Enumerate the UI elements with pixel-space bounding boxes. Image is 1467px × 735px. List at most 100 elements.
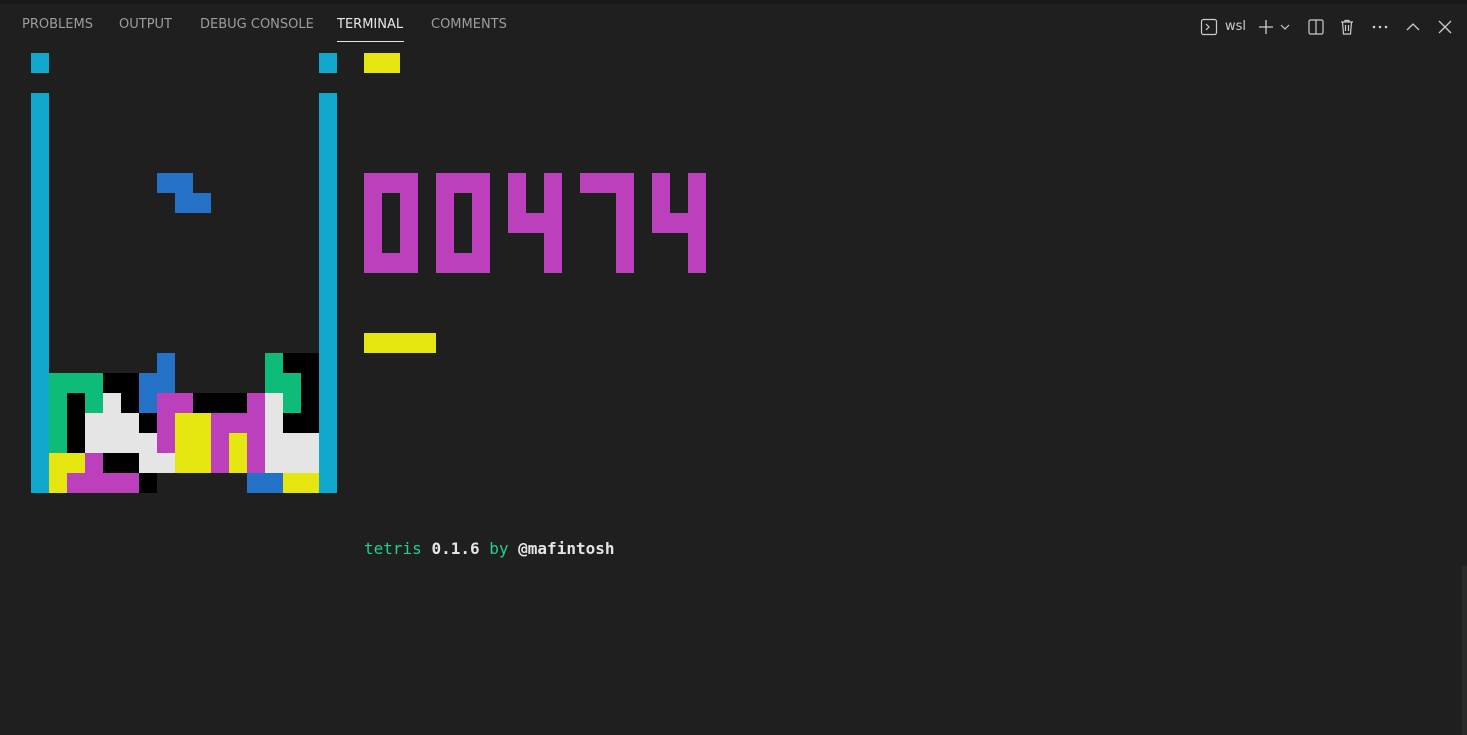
falling-piece-block <box>157 173 193 193</box>
stack-block <box>157 393 193 413</box>
stack-block <box>211 413 265 433</box>
stack-block <box>67 393 85 413</box>
terminal-profile-icon[interactable] <box>1200 18 1218 36</box>
stack-block <box>265 453 319 473</box>
trash-icon[interactable] <box>1338 18 1356 36</box>
score-digit-pixel <box>544 233 562 253</box>
close-icon[interactable] <box>1436 18 1454 36</box>
stack-block <box>283 353 319 373</box>
score-digit-pixel <box>580 173 598 193</box>
maximize-panel-icon[interactable] <box>1404 18 1422 36</box>
stack-block <box>247 473 283 493</box>
score-digit-pixel <box>688 193 706 213</box>
score-digit-pixel <box>598 173 616 193</box>
score-digit-pixel <box>688 213 706 233</box>
score-digit-pixel <box>436 213 454 233</box>
score-digit-pixel <box>616 233 634 253</box>
score-digit-pixel <box>652 213 670 233</box>
score-digit-pixel <box>652 173 670 193</box>
credit-name: tetris <box>364 539 422 558</box>
stack-block <box>283 413 319 433</box>
score-digit-pixel <box>688 173 706 193</box>
score-digit-pixel <box>472 173 490 193</box>
score-digit-pixel <box>652 193 670 213</box>
stack-block <box>49 473 67 493</box>
score-digit-pixel <box>472 233 490 253</box>
stack-block <box>265 373 301 393</box>
stack-block <box>85 413 139 433</box>
stack-block <box>265 413 283 433</box>
score-digit-pixel <box>400 233 418 253</box>
more-actions-icon[interactable] <box>1371 18 1389 36</box>
board-wall-left-top <box>31 53 49 73</box>
stack-block <box>85 393 103 413</box>
stack-block <box>229 433 247 453</box>
score-digit-pixel <box>508 173 526 193</box>
tab-problems[interactable]: PROBLEMS <box>22 17 93 32</box>
split-terminal-icon[interactable] <box>1307 18 1325 36</box>
level-bar <box>364 333 436 353</box>
score-digit-pixel <box>670 213 688 233</box>
tab-output[interactable]: OUTPUT <box>119 17 172 32</box>
score-digit-pixel <box>400 253 418 273</box>
stack-block <box>67 473 139 493</box>
score-digit-pixel <box>508 193 526 213</box>
terminal-profile-label[interactable]: wsl <box>1225 19 1246 34</box>
score-digit-pixel <box>400 173 418 193</box>
score-digit-pixel <box>508 213 526 233</box>
score-digit-pixel <box>436 253 454 273</box>
score-digit-pixel <box>616 173 634 193</box>
stack-block <box>85 453 103 473</box>
tab-terminal[interactable]: TERMINAL <box>337 17 403 32</box>
board-wall-left <box>31 93 49 493</box>
score-digit-pixel <box>436 173 454 193</box>
score-digit-pixel <box>616 193 634 213</box>
stack-block <box>175 433 211 453</box>
tab-debug-console[interactable]: DEBUG CONSOLE <box>200 17 314 32</box>
stack-block <box>121 393 139 413</box>
stack-block <box>283 473 319 493</box>
score-digit-pixel <box>436 193 454 213</box>
credit-author: @mafintosh <box>518 539 615 558</box>
score-digit-pixel <box>364 213 382 233</box>
stack-block <box>211 433 229 453</box>
terminal-panel: PROBLEMS OUTPUT DEBUG CONSOLE TERMINAL C… <box>0 0 1467 735</box>
stack-block <box>175 453 211 473</box>
stack-block <box>283 393 301 413</box>
stack-block <box>247 453 265 473</box>
score-digit-pixel <box>544 193 562 213</box>
stack-block <box>265 353 283 373</box>
stack-block <box>103 453 139 473</box>
stack-block <box>139 393 157 413</box>
active-tab-indicator <box>337 41 404 42</box>
stack-block <box>49 393 67 413</box>
credit-line: tetris 0.1.6 by @mafintosh <box>364 539 614 559</box>
score-digit-pixel <box>544 213 562 233</box>
stack-block <box>265 433 319 453</box>
score-digit-pixel <box>454 173 472 193</box>
board-wall-right-top <box>319 53 337 73</box>
stack-block <box>247 433 265 453</box>
score-digit-pixel <box>400 193 418 213</box>
stack-block <box>103 373 139 393</box>
score-digit-pixel <box>472 253 490 273</box>
stack-block <box>139 453 175 473</box>
score-digit-pixel <box>544 253 562 273</box>
chevron-down-icon[interactable] <box>1279 18 1291 36</box>
terminal-scrollbar[interactable] <box>1462 566 1467 735</box>
stack-block <box>229 453 247 473</box>
score-digit-pixel <box>454 253 472 273</box>
stack-block <box>67 433 85 453</box>
score-digit-pixel <box>544 173 562 193</box>
score-digit-pixel <box>616 213 634 233</box>
falling-piece-block <box>175 193 211 213</box>
terminal-output[interactable]: tetris 0.1.6 by @mafintosh <box>0 46 1467 735</box>
tab-comments[interactable]: COMMENTS <box>431 17 507 32</box>
new-terminal-icon[interactable] <box>1257 18 1275 36</box>
score-digit-pixel <box>472 213 490 233</box>
score-digit-pixel <box>400 213 418 233</box>
stack-block <box>49 373 103 393</box>
stack-block <box>301 393 319 413</box>
stack-block <box>85 433 157 453</box>
stack-block <box>157 413 175 433</box>
